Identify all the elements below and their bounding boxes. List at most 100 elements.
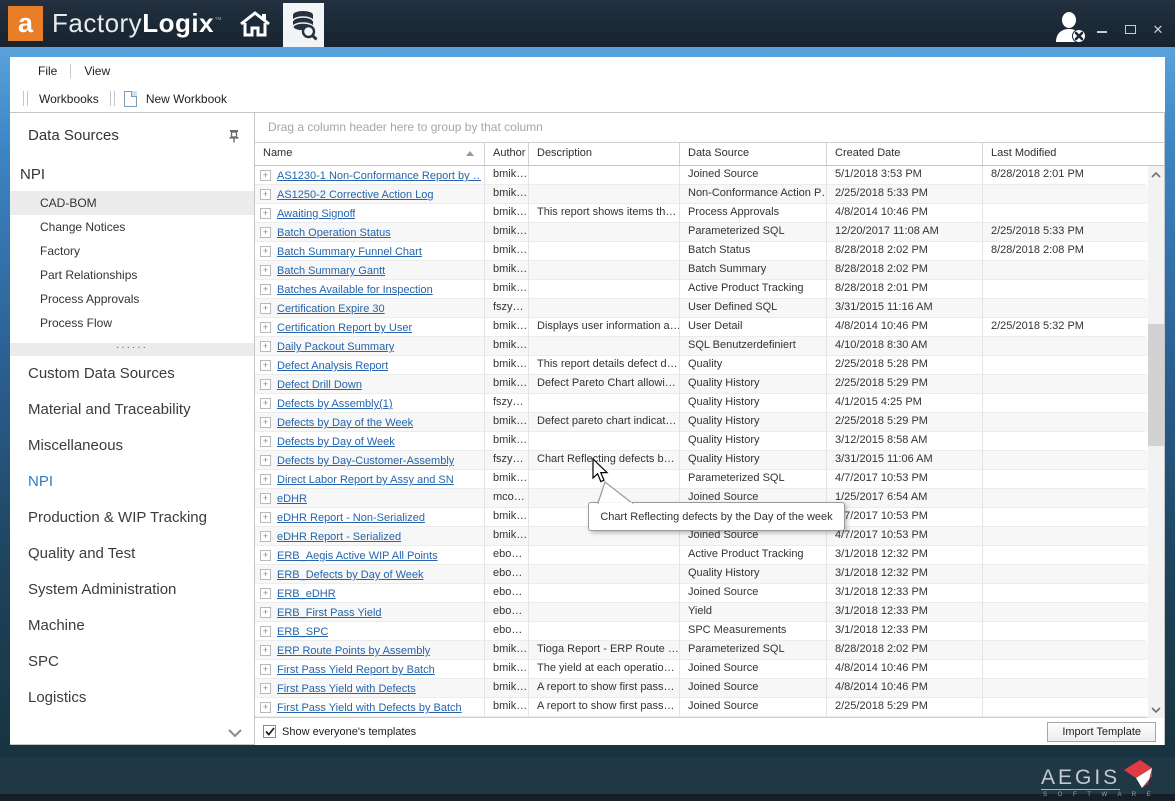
row-expand-icon[interactable]: + bbox=[260, 455, 271, 466]
table-row[interactable]: +ERB_eDHRebo…Joined Source3/1/2018 12:33… bbox=[255, 584, 1164, 603]
user-logout-icon[interactable] bbox=[1052, 12, 1094, 44]
table-row[interactable]: +Defects by Day-Customer-Assemblyfszy…Ch… bbox=[255, 451, 1164, 470]
column-header-description[interactable]: Description bbox=[529, 143, 680, 165]
menu-view[interactable]: View bbox=[74, 64, 120, 78]
table-row[interactable]: +Defect Drill Downbmik…Defect Pareto Cha… bbox=[255, 375, 1164, 394]
checkbox-label[interactable]: Show everyone's templates bbox=[282, 726, 416, 738]
row-expand-icon[interactable]: + bbox=[260, 626, 271, 637]
table-row[interactable]: +AS1230-1 Non-Conformance Report by …bmi… bbox=[255, 166, 1164, 185]
column-header-name[interactable]: Name bbox=[255, 143, 485, 165]
sidebar-category-machine[interactable]: Machine bbox=[10, 608, 254, 644]
table-row[interactable]: +Awaiting Signoffbmik…This report shows … bbox=[255, 204, 1164, 223]
column-header-last-modified[interactable]: Last Modified bbox=[983, 143, 1146, 165]
sidebar-item-process-approvals[interactable]: Process Approvals bbox=[10, 287, 254, 311]
row-expand-icon[interactable]: + bbox=[260, 607, 271, 618]
row-expand-icon[interactable]: + bbox=[260, 322, 271, 333]
sidebar-category-material-and-traceability[interactable]: Material and Traceability bbox=[10, 392, 254, 428]
chevron-down-icon[interactable] bbox=[228, 729, 242, 738]
row-expand-icon[interactable]: + bbox=[260, 531, 271, 542]
template-name-link[interactable]: eDHR Report - Non-Serialized bbox=[277, 512, 425, 524]
row-expand-icon[interactable]: + bbox=[260, 303, 271, 314]
scroll-up-button[interactable] bbox=[1148, 166, 1164, 183]
row-expand-icon[interactable]: + bbox=[260, 379, 271, 390]
sidebar-category-miscellaneous[interactable]: Miscellaneous bbox=[10, 428, 254, 464]
row-expand-icon[interactable]: + bbox=[260, 398, 271, 409]
template-name-link[interactable]: AS1250-2 Corrective Action Log bbox=[277, 189, 434, 201]
menu-file[interactable]: File bbox=[28, 64, 67, 78]
row-expand-icon[interactable]: + bbox=[260, 170, 271, 181]
template-name-link[interactable]: Certification Expire 30 bbox=[277, 303, 385, 315]
minimize-button[interactable] bbox=[1095, 24, 1109, 36]
template-name-link[interactable]: Defects by Day of the Week bbox=[277, 417, 413, 429]
row-expand-icon[interactable]: + bbox=[260, 588, 271, 599]
row-expand-icon[interactable]: + bbox=[260, 189, 271, 200]
sidebar-splitter[interactable]: ······ bbox=[10, 343, 254, 356]
sidebar-item-change-notices[interactable]: Change Notices bbox=[10, 215, 254, 239]
row-expand-icon[interactable]: + bbox=[260, 227, 271, 238]
row-expand-icon[interactable]: + bbox=[260, 265, 271, 276]
row-expand-icon[interactable]: + bbox=[260, 683, 271, 694]
row-expand-icon[interactable]: + bbox=[260, 341, 271, 352]
row-expand-icon[interactable]: + bbox=[260, 208, 271, 219]
row-expand-icon[interactable]: + bbox=[260, 436, 271, 447]
toolbar-grip[interactable] bbox=[110, 91, 115, 106]
table-row[interactable]: +ERB_Aegis Active WIP All Pointsebo…Acti… bbox=[255, 546, 1164, 565]
scroll-down-button[interactable] bbox=[1148, 701, 1164, 718]
template-name-link[interactable]: ERB_SPC bbox=[277, 626, 328, 638]
table-row[interactable]: +Defects by Assembly(1)fszy…Quality Hist… bbox=[255, 394, 1164, 413]
template-name-link[interactable]: Defects by Day-Customer-Assembly bbox=[277, 455, 454, 467]
toolbar-grip[interactable] bbox=[23, 91, 28, 106]
template-name-link[interactable]: Defects by Day of Week bbox=[277, 436, 395, 448]
home-icon[interactable] bbox=[238, 11, 272, 37]
table-row[interactable]: +Direct Labor Report by Assy and SNbmik…… bbox=[255, 470, 1164, 489]
template-name-link[interactable]: ERB_Aegis Active WIP All Points bbox=[277, 550, 438, 562]
template-name-link[interactable]: Defect Drill Down bbox=[277, 379, 362, 391]
column-header-created-date[interactable]: Created Date bbox=[827, 143, 983, 165]
table-row[interactable]: +Batch Summary Funnel Chartbmik…Batch St… bbox=[255, 242, 1164, 261]
template-name-link[interactable]: ERB_First Pass Yield bbox=[277, 607, 382, 619]
table-row[interactable]: +Certification Expire 30fszy…User Define… bbox=[255, 299, 1164, 318]
row-expand-icon[interactable]: + bbox=[260, 417, 271, 428]
template-name-link[interactable]: Certification Report by User bbox=[277, 322, 412, 334]
new-workbook-button[interactable]: New Workbook bbox=[142, 92, 231, 106]
template-name-link[interactable]: Batch Operation Status bbox=[277, 227, 391, 239]
template-name-link[interactable]: AS1230-1 Non-Conformance Report by … bbox=[277, 170, 481, 182]
row-expand-icon[interactable]: + bbox=[260, 474, 271, 485]
template-name-link[interactable]: Defects by Assembly(1) bbox=[277, 398, 393, 410]
sidebar-item-process-flow[interactable]: Process Flow bbox=[10, 311, 254, 335]
template-name-link[interactable]: eDHR bbox=[277, 493, 307, 505]
template-name-link[interactable]: First Pass Yield with Defects bbox=[277, 683, 416, 695]
sidebar-category-production-wip-tracking[interactable]: Production & WIP Tracking bbox=[10, 500, 254, 536]
template-name-link[interactable]: ERB_eDHR bbox=[277, 588, 336, 600]
template-name-link[interactable]: Daily Packout Summary bbox=[277, 341, 394, 353]
table-row[interactable]: +Certification Report by Userbmik…Displa… bbox=[255, 318, 1164, 337]
row-expand-icon[interactable]: + bbox=[260, 246, 271, 257]
vertical-scrollbar[interactable] bbox=[1148, 166, 1164, 718]
row-expand-icon[interactable]: + bbox=[260, 569, 271, 580]
row-expand-icon[interactable]: + bbox=[260, 284, 271, 295]
template-name-link[interactable]: Batch Summary Funnel Chart bbox=[277, 246, 422, 258]
template-name-link[interactable]: First Pass Yield Report by Batch bbox=[277, 664, 435, 676]
table-row[interactable]: +ERP Route Points by Assemblybmik…Tioga … bbox=[255, 641, 1164, 660]
sidebar-item-cad-bom[interactable]: CAD-BOM bbox=[10, 191, 254, 215]
pin-icon[interactable] bbox=[228, 129, 240, 143]
table-row[interactable]: +Defect Analysis Reportbmik…This report … bbox=[255, 356, 1164, 375]
sidebar-category-custom-data-sources[interactable]: Custom Data Sources bbox=[10, 356, 254, 392]
table-row[interactable]: +First Pass Yield with Defectsbmik…A rep… bbox=[255, 679, 1164, 698]
table-row[interactable]: +Batch Operation Statusbmik…Parameterize… bbox=[255, 223, 1164, 242]
table-row[interactable]: +Defects by Day of the Weekbmik…Defect p… bbox=[255, 413, 1164, 432]
sidebar-category-system-administration[interactable]: System Administration bbox=[10, 572, 254, 608]
row-expand-icon[interactable]: + bbox=[260, 493, 271, 504]
template-name-link[interactable]: Awaiting Signoff bbox=[277, 208, 355, 220]
template-name-link[interactable]: ERB_Defects by Day of Week bbox=[277, 569, 424, 581]
row-expand-icon[interactable]: + bbox=[260, 645, 271, 656]
row-expand-icon[interactable]: + bbox=[260, 360, 271, 371]
table-row[interactable]: +Batches Available for Inspectionbmik…Ac… bbox=[255, 280, 1164, 299]
template-name-link[interactable]: ERP Route Points by Assembly bbox=[277, 645, 430, 657]
sidebar-item-part-relationships[interactable]: Part Relationships bbox=[10, 263, 254, 287]
template-name-link[interactable]: Batch Summary Gantt bbox=[277, 265, 385, 277]
sidebar-category-spc[interactable]: SPC bbox=[10, 644, 254, 680]
template-name-link[interactable]: Direct Labor Report by Assy and SN bbox=[277, 474, 454, 486]
row-expand-icon[interactable]: + bbox=[260, 664, 271, 675]
maximize-button[interactable] bbox=[1123, 24, 1137, 36]
